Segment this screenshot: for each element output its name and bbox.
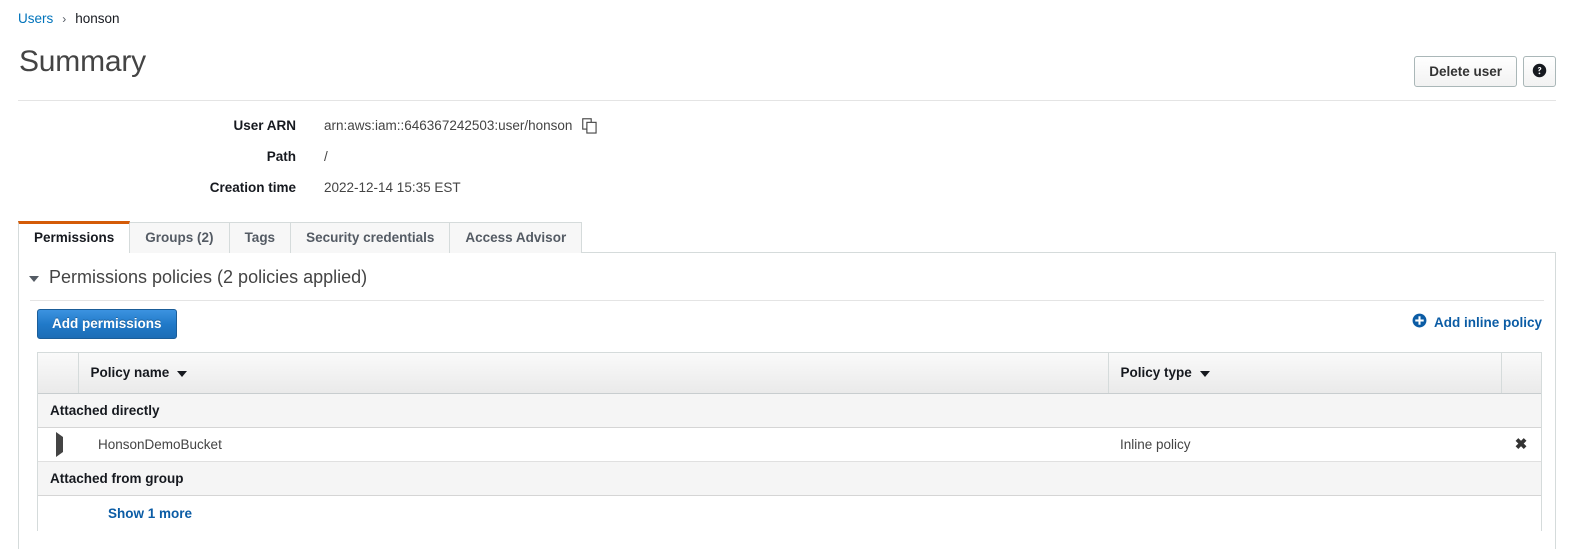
tab-access-advisor[interactable]: Access Advisor bbox=[449, 222, 583, 253]
policies-table: Policy name Policy type Attached directl… bbox=[38, 353, 1541, 531]
column-header-actions bbox=[1501, 353, 1541, 394]
column-header-policy-name[interactable]: Policy name bbox=[78, 353, 1109, 394]
detail-row-path: Path / bbox=[0, 147, 1574, 178]
plus-circle-icon bbox=[1412, 313, 1427, 331]
permissions-policies-heading: Permissions policies (2 policies applied… bbox=[49, 267, 368, 287]
remove-policy-icon[interactable]: ✖ bbox=[1513, 435, 1529, 453]
row-expand-cell[interactable] bbox=[38, 427, 78, 462]
breadcrumb-current-honson: honson bbox=[75, 11, 120, 26]
table-show-more-row: Show 1 more bbox=[38, 495, 1541, 531]
help-button[interactable] bbox=[1523, 56, 1556, 87]
policies-table-wrapper: Policy name Policy type Attached directl… bbox=[37, 352, 1542, 531]
page-title: Summary bbox=[19, 45, 146, 78]
header-divider bbox=[18, 100, 1556, 101]
iam-user-summary-page: Users › honson Summary Delete user User … bbox=[0, 0, 1574, 549]
add-inline-policy-link[interactable]: Add inline policy bbox=[1412, 313, 1542, 331]
caret-down-icon bbox=[1199, 370, 1210, 377]
table-row: HonsonDemoBucket Inline policy ✖ bbox=[38, 427, 1541, 462]
title-row: Summary Delete user bbox=[0, 42, 1574, 100]
caret-right-icon[interactable] bbox=[56, 431, 63, 457]
tab-bar: Permissions Groups (2) Tags Security cre… bbox=[18, 221, 583, 253]
column-header-policy-name-label: Policy name bbox=[90, 365, 170, 381]
user-details-list: User ARN arn:aws:iam::646367242503:user/… bbox=[0, 116, 1574, 209]
add-inline-policy-label: Add inline policy bbox=[1433, 314, 1542, 330]
cell-remove-action[interactable]: ✖ bbox=[1501, 427, 1541, 462]
table-group-row-attached-directly: Attached directly bbox=[38, 392, 1541, 428]
caret-down-icon bbox=[29, 276, 39, 282]
cell-policy-name: HonsonDemoBucket bbox=[78, 427, 1108, 462]
tab-groups[interactable]: Groups (2) bbox=[129, 222, 230, 253]
cell-policy-type: Inline policy bbox=[1108, 427, 1501, 462]
tab-security-credentials[interactable]: Security credentials bbox=[290, 222, 451, 253]
tab-permissions[interactable]: Permissions bbox=[18, 221, 131, 253]
delete-user-button[interactable]: Delete user bbox=[1414, 56, 1517, 87]
breadcrumb-separator-icon: › bbox=[62, 12, 67, 26]
column-header-policy-type-label: Policy type bbox=[1120, 365, 1192, 381]
detail-label-creation-time: Creation time bbox=[209, 180, 296, 195]
group-row-label: Attached from group bbox=[38, 460, 1541, 496]
permissions-policies-section-header[interactable]: Permissions policies (2 policies applied… bbox=[29, 267, 367, 288]
tab-tags[interactable]: Tags bbox=[228, 222, 292, 253]
group-row-label: Attached directly bbox=[38, 392, 1541, 428]
detail-label-path: Path bbox=[266, 149, 296, 164]
section-divider bbox=[30, 300, 1544, 301]
add-permissions-button[interactable]: Add permissions bbox=[37, 309, 177, 339]
detail-row-creation-time: Creation time 2022-12-14 15:35 EST bbox=[0, 178, 1574, 209]
permissions-tab-panel: Permissions policies (2 policies applied… bbox=[18, 252, 1556, 549]
breadcrumb-link-users[interactable]: Users bbox=[18, 9, 53, 29]
show-more-link[interactable]: Show 1 more bbox=[50, 506, 192, 521]
column-header-expand bbox=[38, 353, 79, 394]
detail-value-user-arn: arn:aws:iam::646367242503:user/honson bbox=[324, 116, 598, 136]
help-circle-icon bbox=[1532, 63, 1547, 81]
column-header-policy-type[interactable]: Policy type bbox=[1108, 353, 1502, 394]
breadcrumb: Users › honson bbox=[18, 9, 120, 29]
detail-value-path: / bbox=[324, 149, 328, 164]
detail-label-user-arn: User ARN bbox=[233, 118, 296, 133]
title-actions: Delete user bbox=[1414, 56, 1556, 87]
caret-down-icon bbox=[177, 370, 188, 377]
copy-icon[interactable] bbox=[582, 118, 598, 134]
user-arn-text: arn:aws:iam::646367242503:user/honson bbox=[324, 118, 573, 133]
table-group-row-attached-from-group: Attached from group bbox=[38, 460, 1541, 496]
action-row: Add permissions Add inline policy bbox=[19, 305, 1557, 349]
detail-value-creation-time: 2022-12-14 15:35 EST bbox=[324, 180, 461, 195]
table-header-row: Policy name Policy type bbox=[38, 353, 1541, 394]
detail-row-user-arn: User ARN arn:aws:iam::646367242503:user/… bbox=[0, 116, 1574, 147]
